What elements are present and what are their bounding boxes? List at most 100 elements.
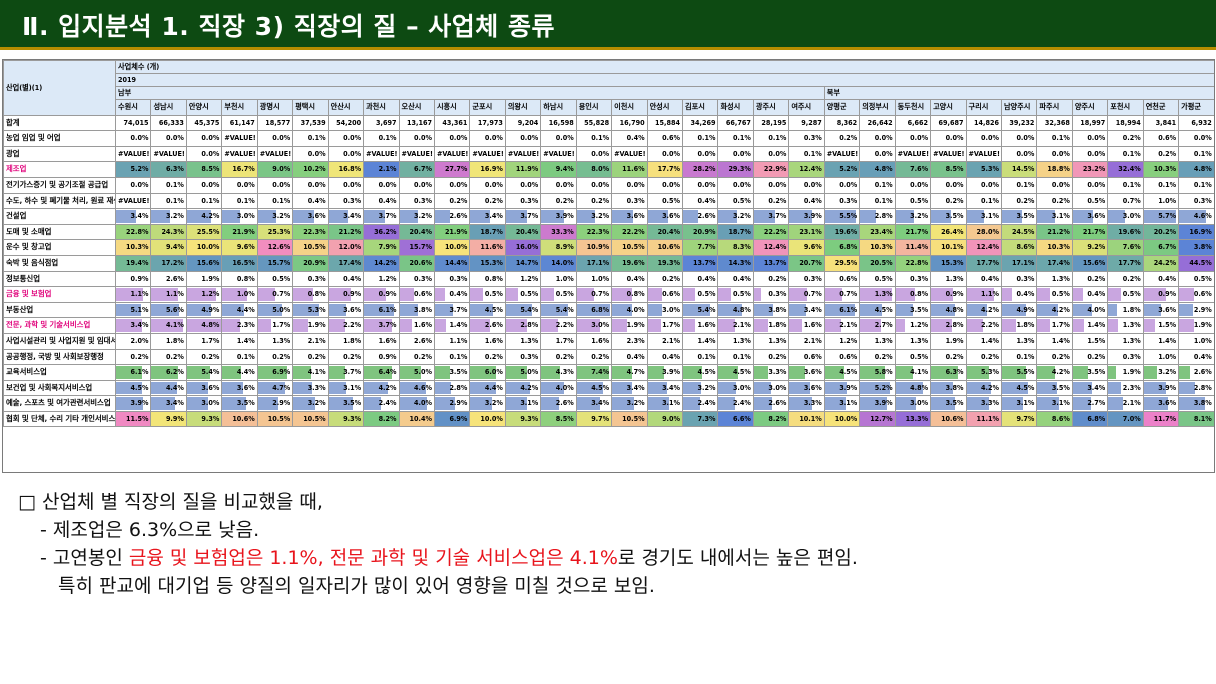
cell-value: 3.5%	[945, 398, 964, 408]
table-cell: 25.5%	[185, 223, 223, 241]
table-cell: 0.0%	[433, 176, 471, 194]
cell-value: 0.5%	[484, 289, 503, 299]
cell-value: 1.1%	[981, 289, 999, 299]
cell-value: 5.7%	[1158, 211, 1177, 221]
table-cell: 0.2%	[1107, 130, 1144, 147]
city-header: 하남시	[540, 99, 577, 116]
cell-value: 4.8%	[910, 382, 929, 392]
table-cell: 10.6%	[930, 410, 967, 428]
slide-title: Ⅱ. 입지분석 1. 직장 3) 직장의 질 – 사업체 종류	[22, 12, 556, 41]
table-cell: 2.7%	[1071, 395, 1109, 412]
table-cell: 10.6%	[646, 239, 684, 256]
table-cell: 2.9%	[433, 395, 471, 412]
cell-value: 3.2%	[910, 211, 929, 221]
table-cell: 3.4%	[327, 208, 365, 225]
cell-value: 3.4%	[662, 382, 680, 392]
table-cell: 0.2%	[150, 348, 187, 366]
table-cell: #VALUE!	[221, 130, 258, 147]
city-header: 이천시	[611, 99, 648, 116]
table-cell: 0.2%	[752, 192, 790, 210]
table-cell: 0.8%	[221, 270, 258, 288]
data-bar	[435, 366, 450, 379]
cell-value: 3.1%	[343, 382, 362, 392]
cell-value: 2.8%	[874, 211, 893, 221]
table-cell: 0.1%	[221, 348, 258, 366]
table-cell: 18,994	[1107, 114, 1144, 132]
cell-value: 2.2%	[555, 320, 574, 330]
table-cell: 0.0%	[930, 176, 967, 194]
table-cell: 3.4%	[114, 317, 152, 334]
cell-value: 4.1%	[165, 320, 184, 330]
table-row: 숙박 및 음식점업 19.4% 17.2% 15.6% 16.5% 15.7% 20.9% 1…	[3, 254, 1214, 272]
cell-value: 3.7%	[343, 367, 362, 377]
cell-value: 1.4%	[1087, 320, 1106, 330]
table-cell: 0.4%	[611, 130, 648, 147]
table-year: 2019	[115, 73, 1214, 87]
row-label: 광업	[3, 145, 116, 163]
table-cell: 3.8%	[398, 301, 435, 319]
table-cell: 4.8%	[894, 379, 932, 397]
table-cell: 0.2%	[1036, 348, 1073, 366]
table-cell: 5.3%	[965, 364, 1002, 381]
table-cell: 0.2%	[930, 348, 967, 366]
cell-value: 4.4%	[165, 382, 184, 392]
table-cell: 3.5%	[221, 395, 258, 412]
cell-value: 4.8%	[732, 304, 751, 314]
table-cell: 4.2%	[185, 208, 223, 225]
table-cell: 0.1%	[859, 192, 896, 210]
table-cell: 2.1%	[788, 332, 825, 350]
table-cell: 0.0%	[575, 145, 613, 163]
table-row: 광업 #VALUE! #VALUE! 0.0% #VALUE! #VALUE! 0.0% 0.…	[3, 145, 1214, 163]
cell-value: 1.5%	[1158, 320, 1177, 330]
table-cell: 10.6%	[221, 410, 258, 428]
table-cell: 6.1%	[114, 364, 152, 381]
data-bar	[1108, 397, 1123, 410]
table-row: 부동산업 5.1% 5.6% 4.9% 4.4% 5.0% 5.3% 3.6% 6.1% 3.8%…	[3, 301, 1214, 319]
table-cell: 0.0%	[292, 176, 329, 194]
cell-value: 4.2%	[378, 382, 397, 392]
table-cell: 18.8%	[1036, 161, 1073, 178]
data-bar	[1144, 319, 1156, 332]
table-cell: 3.3%	[752, 364, 790, 381]
table-cell: 6,932	[1178, 114, 1214, 132]
industry-table: 산업(별)(1) 사업체수 (개) 2019 남부 북부 수원시 성남시 안양시 부천시 광명시 평…	[2, 59, 1215, 473]
table-cell: 0.0%	[398, 130, 435, 147]
table-cell: 29.3%	[717, 161, 754, 178]
table-cell: 3.0%	[717, 379, 754, 397]
table-cell: 5.3%	[965, 161, 1002, 178]
table-cell: 0.0%	[327, 145, 365, 163]
city-header: 고양시	[930, 99, 967, 116]
table-cell: 0.1%	[681, 130, 719, 147]
table-cell: 20.6%	[398, 254, 435, 272]
table-cell: 2.1%	[292, 332, 329, 350]
table-cell: 1.9%	[1178, 317, 1214, 334]
table-cell: 0.9%	[114, 270, 152, 288]
table-cell: 21.7%	[1071, 223, 1109, 241]
table-cell: 66,767	[717, 114, 754, 132]
cell-value: 0.7%	[839, 289, 858, 299]
table-cell: 14.5%	[1000, 161, 1038, 178]
table-cell: 0.3%	[611, 192, 648, 210]
cell-value: 3.4%	[626, 382, 645, 392]
table-cell: 12.7%	[859, 410, 896, 428]
table-cell: 0.0%	[859, 130, 896, 147]
cell-value: 1.3%	[874, 289, 893, 299]
row-label: 협회 및 단체, 수리 기타 개인서비스업	[3, 410, 116, 428]
table-cell: 33.3%	[540, 223, 577, 241]
cell-value: 3.4%	[343, 211, 362, 221]
cell-value: 3.5%	[343, 398, 362, 408]
data-bar	[1144, 366, 1158, 379]
data-bar	[435, 288, 445, 301]
table-cell: 18,997	[1071, 114, 1109, 132]
cell-value: 3.9%	[1158, 382, 1177, 392]
cell-value: 3.6%	[1087, 211, 1106, 221]
cell-value: 2.8%	[449, 382, 468, 392]
cell-value: 4.0%	[414, 398, 432, 408]
cell-value: 3.2%	[484, 398, 503, 408]
table-cell: 12.0%	[327, 239, 365, 256]
table-cell: 0.1%	[292, 130, 329, 147]
table-cell: 20.2%	[1142, 223, 1180, 241]
note-line-2: - 제조업은 6.3%으로 낮음.	[40, 519, 260, 541]
table-cell: 0.1%	[1000, 348, 1038, 366]
table-cell: 0.5%	[859, 270, 896, 288]
